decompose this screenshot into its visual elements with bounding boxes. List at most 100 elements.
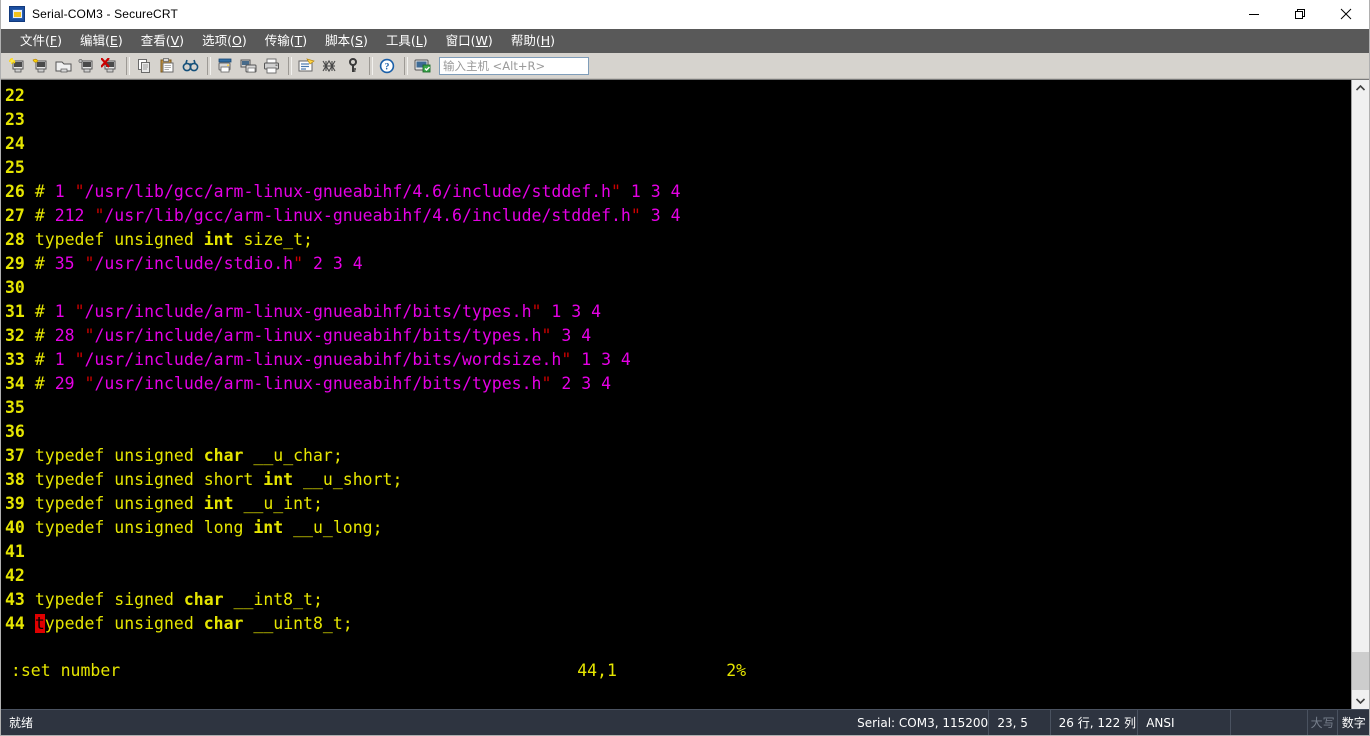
terminal-line: 31 # 1 "/usr/include/arm-linux-gnueabihf…	[5, 300, 1351, 324]
terminal-line: 22	[5, 84, 1351, 108]
quick-connect-icon[interactable]	[53, 55, 75, 77]
terminal-line: 44 typedef unsigned char __uint8_t;	[5, 612, 1351, 636]
terminal-token-kw: int	[263, 470, 294, 489]
menu-item-script[interactable]: 脚本(S)	[316, 29, 377, 53]
terminal-token-quote: "	[84, 326, 95, 345]
menu-label: 窗口	[445, 33, 471, 48]
terminal-token-hash: #	[34, 374, 55, 393]
terminal-line: 41	[5, 540, 1351, 564]
menu-item-edit[interactable]: 编辑(E)	[71, 29, 132, 53]
print-icon[interactable]	[261, 55, 283, 77]
copy-icon[interactable]	[134, 55, 156, 77]
menu-label: 查看	[140, 33, 166, 48]
menu-item-help[interactable]: 帮助(H)	[502, 29, 564, 53]
status-caps-lock: 大写	[1308, 710, 1339, 735]
scrollbar-thumb[interactable]	[1352, 652, 1369, 690]
terminal-token-pp: 3 4	[640, 206, 681, 225]
menu-accel: H	[540, 33, 551, 48]
terminal-token-plain: __u_int;	[233, 494, 323, 513]
terminal-token-pp: 1 3 4	[541, 302, 602, 321]
window-controls	[1231, 0, 1369, 28]
menu-item-tools[interactable]: 工具(L)	[377, 29, 437, 53]
session-options-icon[interactable]	[296, 55, 318, 77]
terminal-token-plain: typedef signed	[34, 590, 184, 609]
toolbar-separator	[207, 56, 211, 75]
menu-accel: F	[49, 33, 58, 48]
terminal-line: 43 typedef signed char __int8_t;	[5, 588, 1351, 612]
terminal-token-plain: typedef unsigned	[34, 446, 204, 465]
terminal-token-plain: typedef unsigned	[34, 494, 204, 513]
minimize-icon[interactable]	[1231, 0, 1277, 28]
title-bar: Serial-COM3 - SecureCRT	[1, 0, 1369, 29]
terminal-line-number: 32	[5, 326, 35, 345]
status-bar: 就绪 Serial: COM3, 115200 23, 5 26 行, 122 …	[1, 709, 1369, 735]
menu-item-transfer[interactable]: 传输(T)	[256, 29, 316, 53]
terminal-token-cursor: t	[34, 614, 45, 633]
window-title: Serial-COM3 - SecureCRT	[32, 7, 178, 21]
chevron-down-icon[interactable]	[1352, 692, 1369, 709]
terminal-line-number: 35	[5, 398, 35, 417]
menu-item-view[interactable]: 查看(V)	[132, 29, 193, 53]
terminal-token-hash: #	[34, 254, 55, 273]
key-icon[interactable]	[342, 55, 364, 77]
global-options-icon[interactable]	[319, 55, 341, 77]
menu-item-window[interactable]: 窗口(W)	[437, 29, 502, 53]
close-icon[interactable]	[1323, 0, 1369, 28]
chevron-up-icon[interactable]	[1352, 80, 1369, 97]
securecrt-app-icon	[9, 6, 25, 22]
terminal-token-pp: 1 3 4	[620, 182, 681, 201]
disconnect-icon[interactable]	[99, 55, 121, 77]
menu-bar: 文件(F) 编辑(E) 查看(V) 选项(O) 传输(T) 脚本(S) 工具(L…	[1, 29, 1369, 53]
find-icon[interactable]	[180, 55, 202, 77]
terminal-line: 30	[5, 276, 1351, 300]
status-cursor-position: 23, 5	[989, 710, 1051, 735]
scrollbar-track[interactable]	[1352, 97, 1369, 692]
terminal-line: 37 typedef unsigned char __u_char;	[5, 444, 1351, 468]
terminal-line: 29 # 35 "/usr/include/stdio.h" 2 3 4	[5, 252, 1351, 276]
terminal-line-number: 27	[5, 206, 35, 225]
help-icon[interactable]: ?	[377, 55, 399, 77]
terminal-token-quote: "	[74, 182, 85, 201]
terminal-screen[interactable]: 22 23 24 25 26 # 1 "/usr/lib/gcc/arm-lin…	[1, 80, 1351, 709]
menu-label: 传输	[264, 33, 290, 48]
log-session-icon[interactable]	[238, 55, 260, 77]
terminal-token-pp: 212	[54, 206, 95, 225]
terminal-token-pp: /usr/include/arm-linux-gnueabihf/bits/wo…	[84, 350, 562, 369]
terminal-token-quote: "	[541, 326, 552, 345]
toolbar-separator	[404, 56, 408, 75]
vim-status-pad	[617, 661, 726, 680]
terminal-token-plain: __u_char;	[243, 446, 343, 465]
terminal-token-quote: "	[293, 254, 304, 273]
terminal-line: 28 typedef unsigned int size_t;	[5, 228, 1351, 252]
terminal-line-number: 31	[5, 302, 35, 321]
vim-status-pad	[120, 661, 577, 680]
terminal-token-hash: #	[34, 206, 55, 225]
host-input[interactable]: 输入主机 <Alt+R>	[439, 56, 589, 75]
terminal-token-pp: 35	[54, 254, 85, 273]
connect-sftp-icon[interactable]	[76, 55, 98, 77]
terminal-token-pp: 28	[54, 326, 85, 345]
restore-icon[interactable]	[1277, 0, 1323, 28]
screen-capture-icon[interactable]	[412, 55, 434, 77]
status-serial: Serial: COM3, 115200	[849, 710, 990, 735]
terminal-token-pp: 1	[54, 182, 75, 201]
terminal-token-quote: "	[84, 374, 95, 393]
terminal-line-number: 24	[5, 134, 35, 153]
menu-accel: S	[355, 33, 363, 48]
toolbar-separator	[288, 56, 292, 75]
print-screen-icon[interactable]	[215, 55, 237, 77]
terminal-token-kw: int	[253, 518, 284, 537]
terminal-line-number: 43	[5, 590, 35, 609]
terminal-token-pp: /usr/include/arm-linux-gnueabihf/bits/ty…	[94, 374, 542, 393]
paste-icon[interactable]	[157, 55, 179, 77]
terminal-token-hash: #	[34, 326, 55, 345]
connect-icon[interactable]	[30, 55, 52, 77]
vertical-scrollbar[interactable]	[1351, 80, 1369, 709]
terminal-token-hash: #	[34, 302, 55, 321]
menu-item-file[interactable]: 文件(F)	[11, 29, 71, 53]
menu-item-options[interactable]: 选项(O)	[193, 29, 256, 53]
vim-ruler-position: 44,1	[577, 661, 617, 680]
terminal-token-plain: __uint8_t;	[243, 614, 353, 633]
terminal-line: 35	[5, 396, 1351, 420]
new-session-icon[interactable]	[7, 55, 29, 77]
